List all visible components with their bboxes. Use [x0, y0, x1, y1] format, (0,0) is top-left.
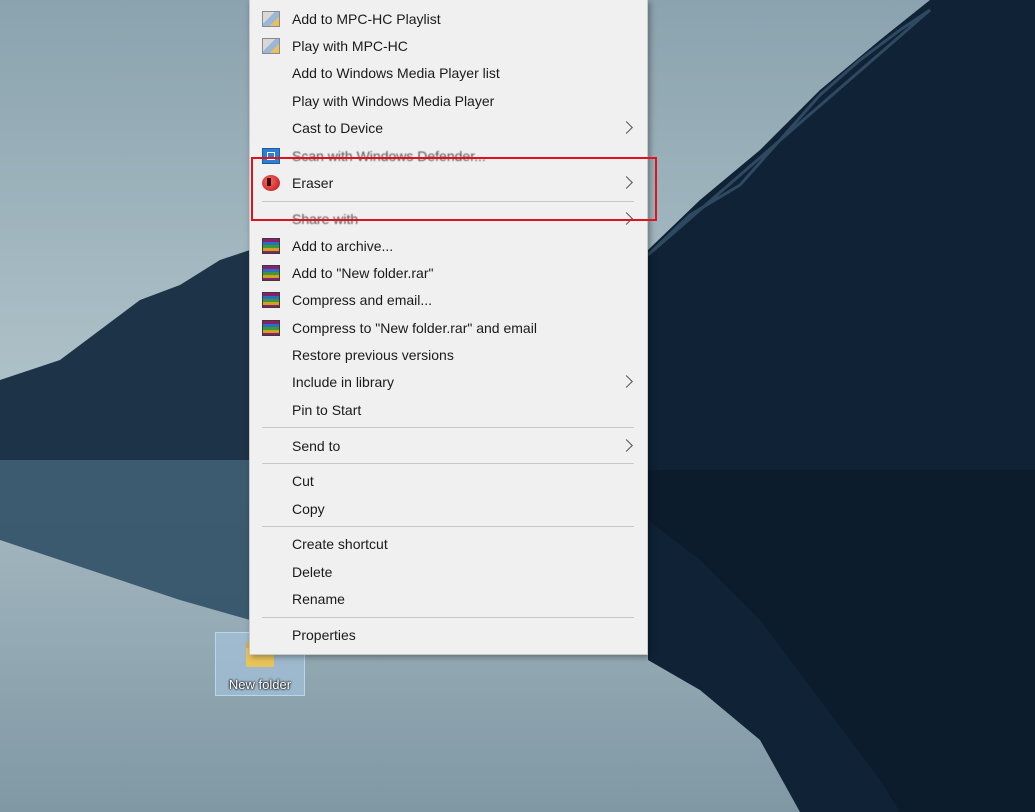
menu-item-pin-to-start[interactable]: Pin to Start — [250, 397, 647, 423]
menu-item-delete[interactable]: Delete — [250, 559, 647, 585]
menu-item-label: Add to "New folder.rar" — [292, 265, 434, 281]
menu-item-compress-email[interactable]: Compress and email... — [250, 287, 647, 313]
menu-item-label: Play with MPC-HC — [292, 38, 408, 54]
menu-item-label: Add to archive... — [292, 238, 394, 254]
chevron-right-icon — [620, 375, 633, 388]
menu-separator — [262, 526, 634, 527]
context-menu: Add to MPC-HC Playlist Play with MPC-HC … — [249, 0, 648, 655]
winrar-icon — [262, 320, 280, 336]
menu-item-label: Rename — [292, 591, 345, 607]
chevron-right-icon — [620, 121, 633, 134]
menu-item-label: Add to MPC-HC Playlist — [292, 11, 441, 27]
menu-item-cast-to-device[interactable]: Cast to Device — [250, 115, 647, 141]
menu-item-rename[interactable]: Rename — [250, 586, 647, 612]
menu-item-play-wmp[interactable]: Play with Windows Media Player — [250, 88, 647, 114]
winrar-icon — [262, 265, 280, 281]
menu-item-add-to-rar[interactable]: Add to "New folder.rar" — [250, 260, 647, 286]
menu-item-copy[interactable]: Copy — [250, 496, 647, 522]
menu-item-add-mpc-playlist[interactable]: Add to MPC-HC Playlist — [250, 6, 647, 32]
desktop-icon-label: New folder — [228, 677, 292, 692]
menu-item-label: Include in library — [292, 374, 394, 390]
menu-item-label: Delete — [292, 564, 333, 580]
menu-item-properties[interactable]: Properties — [250, 622, 647, 648]
winrar-icon — [262, 238, 280, 254]
menu-item-label: Cut — [292, 473, 314, 489]
menu-item-restore-versions[interactable]: Restore previous versions — [250, 342, 647, 368]
menu-item-label: Compress and email... — [292, 292, 433, 308]
menu-item-label: Restore previous versions — [292, 347, 454, 363]
menu-separator — [262, 463, 634, 464]
menu-item-add-wmp-list[interactable]: Add to Windows Media Player list — [250, 60, 647, 86]
menu-item-label: Properties — [292, 627, 356, 643]
menu-item-create-shortcut[interactable]: Create shortcut — [250, 531, 647, 557]
winrar-icon — [262, 292, 280, 308]
eraser-highlight-box — [251, 157, 657, 221]
chevron-right-icon — [620, 439, 633, 452]
menu-item-add-to-archive[interactable]: Add to archive... — [250, 233, 647, 259]
menu-item-label: Cast to Device — [292, 120, 384, 136]
menu-item-label: Copy — [292, 501, 325, 517]
menu-separator — [262, 427, 634, 428]
menu-separator — [262, 617, 634, 618]
menu-item-label: Compress to "New folder.rar" and email — [292, 320, 537, 336]
menu-item-label: Add to Windows Media Player list — [292, 65, 500, 81]
menu-item-label: Create shortcut — [292, 536, 388, 552]
mpc-hc-icon — [262, 11, 280, 27]
menu-item-play-mpc[interactable]: Play with MPC-HC — [250, 33, 647, 59]
menu-item-cut[interactable]: Cut — [250, 468, 647, 494]
menu-item-label: Send to — [292, 438, 341, 454]
menu-item-include-library[interactable]: Include in library — [250, 369, 647, 395]
menu-item-compress-rar-email[interactable]: Compress to "New folder.rar" and email — [250, 315, 647, 341]
menu-item-label: Play with Windows Media Player — [292, 93, 495, 109]
menu-item-label: Pin to Start — [292, 402, 362, 418]
menu-item-send-to[interactable]: Send to — [250, 433, 647, 459]
mpc-hc-icon — [262, 38, 280, 54]
